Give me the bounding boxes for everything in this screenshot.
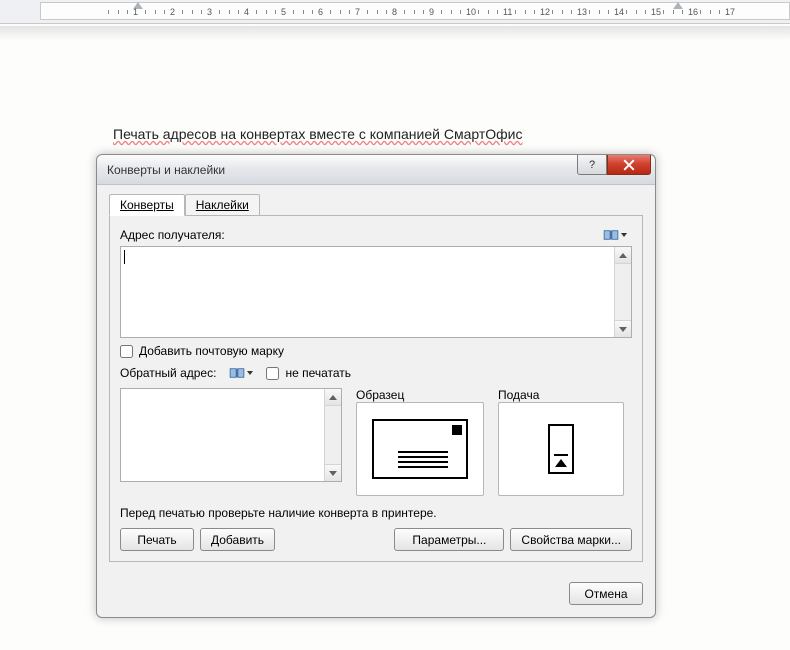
ruler-tick: 14	[614, 7, 624, 17]
address-book-button[interactable]	[598, 226, 632, 244]
ruler-tick: 5	[281, 7, 286, 17]
ruler-tick: 3	[207, 7, 212, 17]
feed-preview-icon	[548, 424, 574, 474]
ruler-tick: 10	[466, 7, 476, 17]
tab-strip: Конверты Наклейки	[109, 193, 643, 216]
scrollbar-vertical[interactable]	[614, 247, 631, 337]
return-address-label: Обратный адрес:	[120, 366, 216, 380]
dialog-title: Конверты и наклейки	[107, 163, 225, 177]
printer-hint-text: Перед печатью проверьте наличие конверта…	[120, 506, 632, 520]
envelopes-labels-dialog: Конверты и наклейки ? Конверты Наклейки …	[96, 154, 656, 618]
ruler-tick: 7	[355, 7, 360, 17]
recipient-address-label: Адрес получателя:	[120, 228, 225, 242]
ruler-tick: 2	[170, 7, 175, 17]
ruler-tick: 16	[688, 7, 698, 17]
cancel-button[interactable]: Отмена	[569, 582, 643, 605]
options-button[interactable]: Параметры...	[394, 528, 504, 551]
chevron-down-icon	[247, 371, 253, 375]
envelope-preview-icon	[372, 419, 468, 479]
sample-label: Образец	[356, 388, 484, 402]
tab-panel-envelopes: Адрес получателя:	[109, 216, 643, 562]
ruler-tick: 4	[244, 7, 249, 17]
add-stamp-checkbox-input[interactable]	[120, 345, 133, 358]
address-book-icon	[229, 367, 245, 379]
ruler-tick: 9	[429, 7, 434, 17]
ruler-tick: 13	[577, 7, 587, 17]
close-icon	[623, 159, 635, 171]
scroll-down-icon[interactable]	[615, 320, 631, 337]
help-button[interactable]: ?	[577, 155, 607, 175]
ruler-tick: 6	[318, 7, 323, 17]
right-indent-marker-icon[interactable]	[673, 2, 683, 9]
return-address-textarea[interactable]	[120, 388, 342, 482]
ruler-tick: 15	[651, 7, 661, 17]
scrollbar-vertical[interactable]	[324, 389, 341, 481]
ruler-tick: 11	[503, 7, 512, 17]
tab-envelopes[interactable]: Конверты	[109, 194, 185, 216]
scroll-up-icon[interactable]	[615, 247, 631, 264]
close-button[interactable]	[607, 155, 651, 175]
add-stamp-label: Добавить почтовую марку	[139, 344, 284, 358]
scroll-up-icon[interactable]	[325, 389, 341, 406]
no-print-checkbox[interactable]: не печатать	[266, 366, 351, 380]
address-book-icon	[603, 229, 619, 241]
no-print-checkbox-input[interactable]	[266, 367, 279, 380]
no-print-label: не печатать	[285, 366, 351, 380]
dialog-titlebar[interactable]: Конверты и наклейки ?	[97, 155, 655, 185]
ruler-tick: 17	[725, 7, 735, 17]
ruler-tick: 1	[133, 7, 138, 17]
scroll-down-icon[interactable]	[325, 464, 341, 481]
tab-labels[interactable]: Наклейки	[185, 194, 260, 216]
chevron-down-icon	[621, 233, 627, 237]
stamp-properties-button[interactable]: Свойства марки...	[510, 528, 632, 551]
return-address-book-button[interactable]	[224, 364, 258, 382]
ruler-tick: 12	[540, 7, 550, 17]
envelope-preview-button[interactable]	[356, 402, 484, 496]
add-stamp-checkbox[interactable]: Добавить почтовую марку	[120, 344, 632, 358]
feed-label: Подача	[498, 388, 624, 402]
horizontal-ruler: 1234567891011121314151617	[0, 0, 790, 24]
print-button[interactable]: Печать	[120, 528, 194, 551]
feed-preview-button[interactable]	[498, 402, 624, 496]
ruler-tick: 8	[392, 7, 397, 17]
document-text-line[interactable]: Печать адресов на конвертах вместе с ком…	[113, 126, 523, 142]
recipient-address-textarea[interactable]	[120, 246, 632, 338]
add-button[interactable]: Добавить	[200, 528, 275, 551]
